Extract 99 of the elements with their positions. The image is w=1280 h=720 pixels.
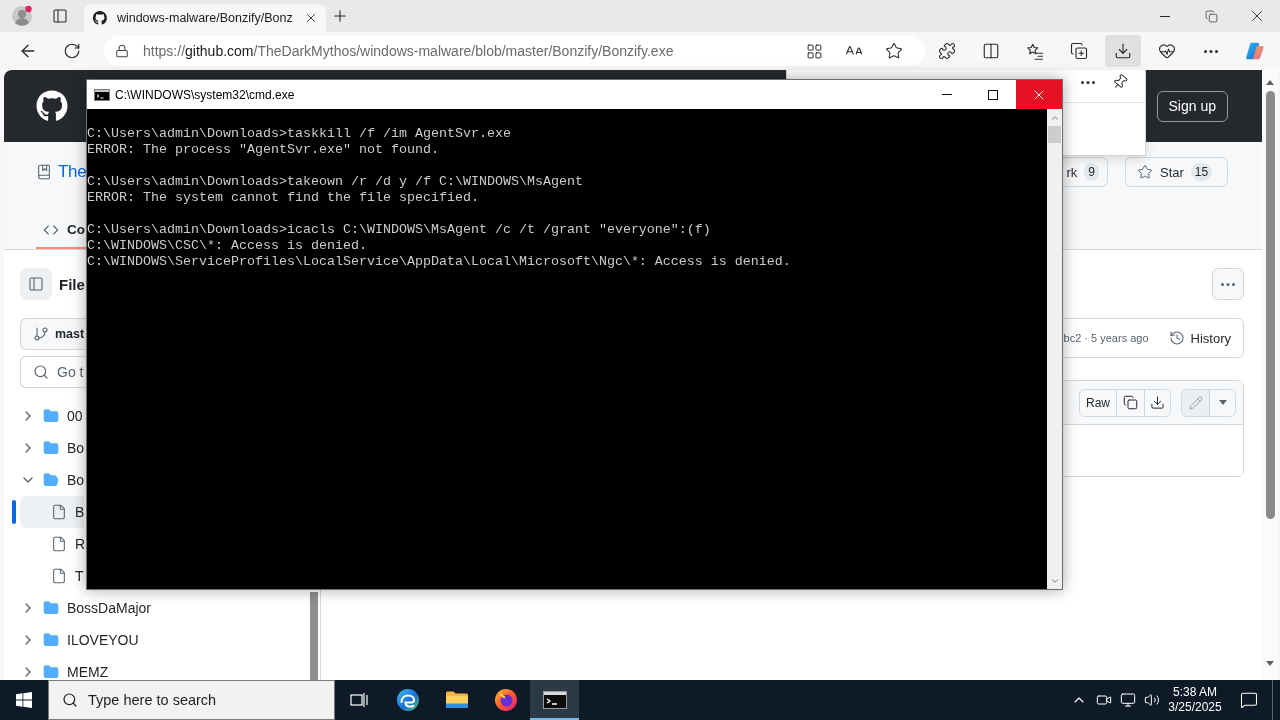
branch-button[interactable]: mast [20,318,86,350]
avatar-icon [11,5,33,27]
file-search-field[interactable]: Go t [20,356,86,388]
folder-app-icon [444,690,469,710]
output-line: ERROR: The system cannot find the file specified. [87,190,479,206]
colorful-logo-icon [1245,41,1265,61]
task-view-icon [350,692,368,708]
download-icon [1114,42,1132,60]
console-app-button[interactable] [530,680,579,720]
star-list-icon [1026,42,1044,60]
download-icon [1150,395,1165,410]
file-item[interactable]: T [20,560,84,592]
more-icon [1081,80,1095,84]
count-badge: 9 [1084,163,1099,181]
file-icon [51,568,67,584]
panel-icon [52,8,68,24]
folder-icon [43,664,59,680]
cat-logo-icon [93,10,107,26]
sign-up-button[interactable]: Sign up [1156,90,1228,122]
clock-date: 3/25/2025 [1168,700,1222,715]
address-field[interactable]: https://github.com/TheDarkMythos/windows-malware/blob/master/Bonzify/Bonzify.exe [104,36,925,66]
downloads-button[interactable] [1105,35,1141,67]
globe-app-icon [493,688,518,712]
output-line: C:\WINDOWS\ServiceProfiles\LocalService\AppData\Local\Microsoft\Ngc\*: Access is denied. [87,254,791,270]
volume-icon [1144,692,1160,708]
output-line: ERROR: The process "AgentSvr.exe" not found. [87,142,439,158]
folder-icon [43,472,59,488]
cat-logo-icon[interactable] [36,90,68,122]
lock-icon [115,44,129,58]
folder-item[interactable]: 00 [20,400,83,432]
command-line: C:\Users\admin\Downloads>taskkill /f /im AgentSvr.exe [87,126,511,142]
monitor-icon [1120,692,1136,708]
clock-time: 5:38 AM [1173,685,1217,700]
minimize-icon [942,94,952,95]
commit-info: bc2 · 5 years ago [1063,332,1149,344]
command-line: C:\Users\admin\Downloads>icacls C:\WINDOWS\MsAgent /c /t /grant "everyone":(f) [87,222,711,238]
tree-scrollbar-thumb[interactable] [310,592,318,680]
swirl-app-icon [395,688,420,712]
start-logo-icon [16,692,32,708]
file-item[interactable]: B [20,496,85,528]
star-button[interactable]: Star 15 [1125,157,1228,187]
folder-item[interactable]: Bo [20,432,85,464]
minimize-icon [1160,15,1170,17]
command-line: C:\Users\admin\Downloads>takeown /r /d y /f C:\WINDOWS\MsAgent [87,174,583,190]
maximize-icon [988,89,998,100]
file-icon [51,504,67,520]
caret-icon [1218,400,1227,405]
tab-title: windows-malware/Bonzify/Bonz [116,11,293,25]
scrollbar-thumb[interactable] [1048,126,1061,143]
download-button[interactable] [1144,389,1170,416]
window-title: C:\WINDOWS\system32\cmd.exe [115,87,295,102]
plus-icon [331,7,349,25]
sidebar-title: File [59,275,85,293]
taskbar-search-field[interactable]: Type here to search [48,680,335,720]
puzzle-icon [938,42,956,60]
search-icon [33,364,49,380]
scroll-down-icon[interactable] [1266,661,1274,666]
more-icon [1221,282,1235,286]
pencil-icon [1188,395,1203,410]
folder-icon [43,440,59,456]
console-icon [94,88,110,101]
folder-icon [43,600,59,616]
fork-button[interactable]: rk 9 [1063,157,1108,187]
console-app-icon [542,691,567,709]
scrollbar-thumb[interactable] [1265,91,1275,519]
panel-icon [28,276,44,292]
split-view-icon [982,42,1000,60]
file-item[interactable]: R [20,528,86,560]
count-badge: 15 [1190,163,1213,181]
repo-title-link[interactable]: The [58,162,87,182]
book-icon [36,164,52,180]
folder-item[interactable]: MEMZ [20,656,109,680]
notification-icon [1240,691,1258,709]
file-icon [51,536,67,552]
collections-icon [1070,42,1088,60]
scroll-up-icon[interactable] [1266,80,1274,85]
edit-options-button[interactable] [1209,389,1235,416]
history-icon [1168,330,1185,346]
folder-item[interactable]: ILOVEYOU [20,624,139,656]
copy-icon [1123,395,1138,410]
refresh-icon [63,42,81,60]
selection-indicator [12,500,16,524]
history-button[interactable]: History [1162,324,1235,352]
folder-icon [43,632,59,648]
search-icon [62,692,78,708]
output-line: C:\WINDOWS\CSC\*: Access is denied. [87,238,367,254]
grid-icon [805,42,823,60]
folder-item[interactable]: Bo [20,464,85,496]
heart-pulse-icon [1158,42,1176,60]
video-icon [1096,692,1112,708]
folder-icon [43,408,59,424]
browser-tab[interactable]: windows-malware/Bonzify/Bonz [84,4,326,32]
folder-item[interactable]: BossDaMajor [20,592,152,624]
url-text: https://github.com/TheDarkMythos/windows-malware/blob/master/Bonzify/Bonzify.exe [143,43,675,59]
branch-icon [33,326,49,342]
restore-icon [1204,9,1218,23]
star-icon [885,42,903,60]
star-icon [1137,164,1153,180]
more-icon [1204,49,1218,53]
